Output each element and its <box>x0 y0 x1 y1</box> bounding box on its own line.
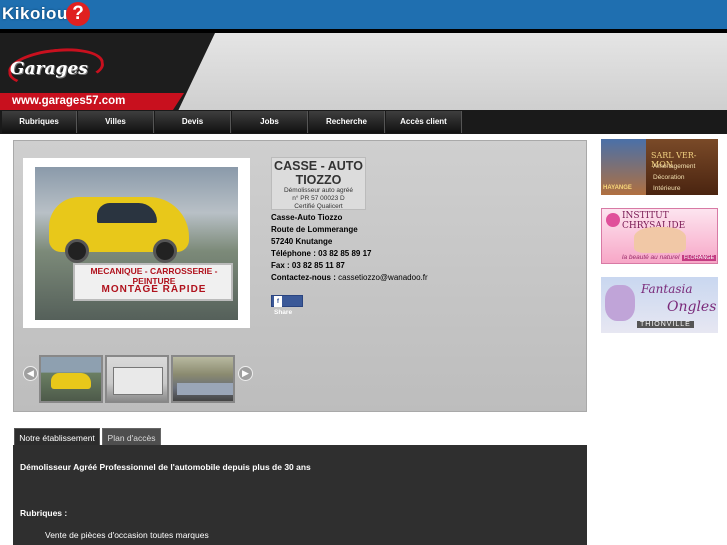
rubriques-label: Rubriques : <box>20 508 68 518</box>
ad-line: Décoration <box>653 174 685 181</box>
nav-devis[interactable]: Devis <box>155 111 231 133</box>
ad-line: Aménagement <box>653 163 696 170</box>
kikoiou-logo-text: Kikoiou <box>2 4 68 23</box>
description-headline: Démolisseur Agréé Professionnel de l'aut… <box>20 462 311 472</box>
ad-city: HAYANGE <box>603 185 632 191</box>
business-fax: Fax : 03 82 85 11 87 <box>271 261 345 270</box>
thumbnail-3[interactable] <box>171 355 235 403</box>
business-logo-sub2: n° PR 57 00023 D <box>292 195 345 202</box>
contact-email-link[interactable]: cassetiozzo@wanadoo.fr <box>338 273 428 282</box>
thumbnail-car <box>51 373 91 389</box>
business-logo: CASSE - AUTO TIOZZO Démolisseur auto agr… <box>271 157 366 210</box>
nav-acces-client[interactable]: Accès client <box>386 111 462 133</box>
tab-notre-etablissement[interactable]: Notre établissement <box>14 428 100 446</box>
business-logo-title: CASSE - AUTO TIOZZO <box>274 159 363 187</box>
car-wheel <box>65 239 89 263</box>
thumbnail-truck <box>113 367 163 395</box>
kikoiou-logo[interactable]: Kikoiou ? <box>2 2 90 26</box>
facebook-icon: f <box>274 296 282 307</box>
business-street: Route de Lommerange <box>271 225 358 234</box>
gallery-next-icon[interactable]: ▶ <box>238 366 253 381</box>
question-mark-icon: ? <box>66 2 90 26</box>
tab-content: Démolisseur Agréé Professionnel de l'aut… <box>13 445 587 545</box>
business-name: Casse-Auto Tiozzo <box>271 213 343 222</box>
ad-tagline: la beauté au naturel <box>622 254 680 261</box>
thumbnail-strip <box>39 355 238 405</box>
flower-icon <box>606 213 620 227</box>
share-label: Share <box>274 309 293 316</box>
top-bar: Kikoiou ? <box>0 0 727 29</box>
nav-villes[interactable]: Villes <box>78 111 154 133</box>
business-contact: Contactez-nous : cassetiozzo@wanadoo.fr <box>271 272 571 284</box>
thumbnail-2[interactable] <box>105 355 169 403</box>
main-nav: Rubriques Villes Devis Jobs Recherche Ac… <box>0 110 727 134</box>
ad-brand-second: Ongles <box>667 299 717 315</box>
thumbnail-cars <box>177 383 233 395</box>
rubrique-item: Vente de pièces d'occasion toutes marque… <box>45 530 209 540</box>
nav-recherche[interactable]: Recherche <box>309 111 385 133</box>
ad-city: FLORANGE <box>682 255 717 261</box>
shop-sign: MECANIQUE - CARROSSERIE - PEINTURE MONTA… <box>73 263 233 301</box>
ad-banner-fantasia[interactable]: Fantasia Ongles THIONVILLE <box>601 277 718 333</box>
nav-jobs[interactable]: Jobs <box>232 111 308 133</box>
main-photo-frame: MECANIQUE - CARROSSERIE - PEINTURE MONTA… <box>23 158 250 328</box>
contact-label: Contactez-nous : <box>271 273 336 282</box>
business-info: Casse-Auto Tiozzo Route de Lommerange 57… <box>271 212 571 284</box>
business-phone: Téléphone : 03 82 85 89 17 <box>271 249 372 258</box>
nails-image <box>605 285 635 321</box>
business-logo-sub1: Démolisseur auto agréé <box>283 187 353 194</box>
ad-banner-chrysalide[interactable]: INSTITUT CHRYSALIDE la beauté au naturel… <box>601 208 718 264</box>
main-photo[interactable]: MECANIQUE - CARROSSERIE - PEINTURE MONTA… <box>35 167 238 320</box>
nav-rubriques[interactable]: Rubriques <box>2 111 77 133</box>
business-city: 57240 Knutange <box>271 237 333 246</box>
ad-city: THIONVILLE <box>637 321 694 328</box>
garages-logo-text: Garages <box>10 59 88 79</box>
ad-banner-vermon[interactable]: SARL VER-MON Aménagement Décoration Inté… <box>601 139 718 195</box>
gallery-prev-icon[interactable]: ◀ <box>23 366 38 381</box>
ad-brand: Fantasia <box>641 282 693 296</box>
thumbnail-1[interactable] <box>39 355 103 403</box>
garages-logo[interactable]: Garages <box>2 44 110 90</box>
ad-image <box>634 227 686 253</box>
site-header: Garages www.garages57.com <box>0 33 727 110</box>
site-url[interactable]: www.garages57.com <box>0 93 184 110</box>
tab-plan-acces[interactable]: Plan d'accès <box>102 428 161 446</box>
facebook-share-button[interactable]: f Share <box>271 295 303 316</box>
car-wheel <box>153 239 177 263</box>
shop-sign-line2: MONTAGE RAPIDE <box>101 284 207 295</box>
ad-line: Intérieure <box>653 185 681 192</box>
car-window <box>97 203 157 223</box>
business-logo-sub3: Certifié Qualicert <box>294 203 343 210</box>
shop-sign-line1: MECANIQUE - CARROSSERIE - PEINTURE <box>90 266 218 286</box>
listing-panel: MECANIQUE - CARROSSERIE - PEINTURE MONTA… <box>13 140 587 412</box>
